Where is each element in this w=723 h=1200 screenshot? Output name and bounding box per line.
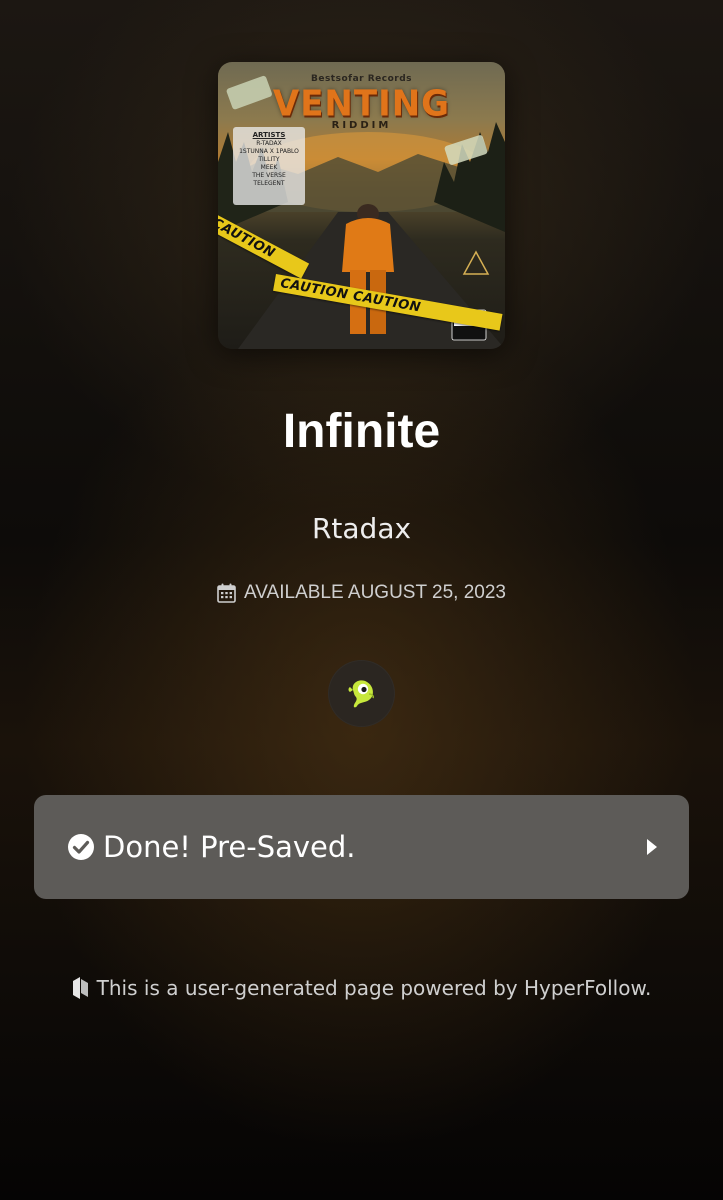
album-artist-line: TELEGENT (253, 180, 285, 187)
hyperfollow-logo-icon (72, 977, 88, 999)
deezer-style-green-creature-icon (348, 679, 374, 707)
album-artist-line: 1STUNNA X 1PABLO (239, 148, 299, 155)
footer: This is a user-generated page powered by… (0, 976, 723, 1000)
artist-name: Rtadax (311, 512, 412, 545)
presave-button[interactable]: Done! Pre-Saved. (34, 795, 689, 899)
play-arrow-icon (647, 839, 657, 855)
album-artist-line: TILLITY (258, 156, 280, 163)
check-circle-icon (68, 834, 94, 860)
album-cover: Bestsofar Records VENTING RIDDIM ARTISTS… (218, 62, 505, 349)
album-title-text: VENTING (272, 83, 451, 125)
album-artists-header: ARTISTS (252, 131, 286, 139)
calendar-icon (217, 583, 236, 603)
song-title: Infinite (282, 405, 441, 458)
release-date-line: AVAILABLE AUGUST 25, 2023 (0, 582, 723, 604)
service-icon-button[interactable] (328, 660, 395, 727)
album-artist-line: THE VERSE (252, 172, 286, 179)
album-artists-box: ARTISTS R-TADAX 1STUNNA X 1PABLO TILLITY… (233, 127, 305, 205)
presave-button-label: Done! Pre-Saved. (103, 830, 356, 864)
album-artist-line: MEEK (260, 164, 278, 171)
presave-page: Bestsofar Records VENTING RIDDIM ARTISTS… (0, 0, 723, 1200)
footer-text: This is a user-generated page powered by… (96, 976, 652, 1000)
album-artist-line: R-TADAX (256, 140, 282, 147)
release-date-text: AVAILABLE AUGUST 25, 2023 (244, 582, 506, 603)
